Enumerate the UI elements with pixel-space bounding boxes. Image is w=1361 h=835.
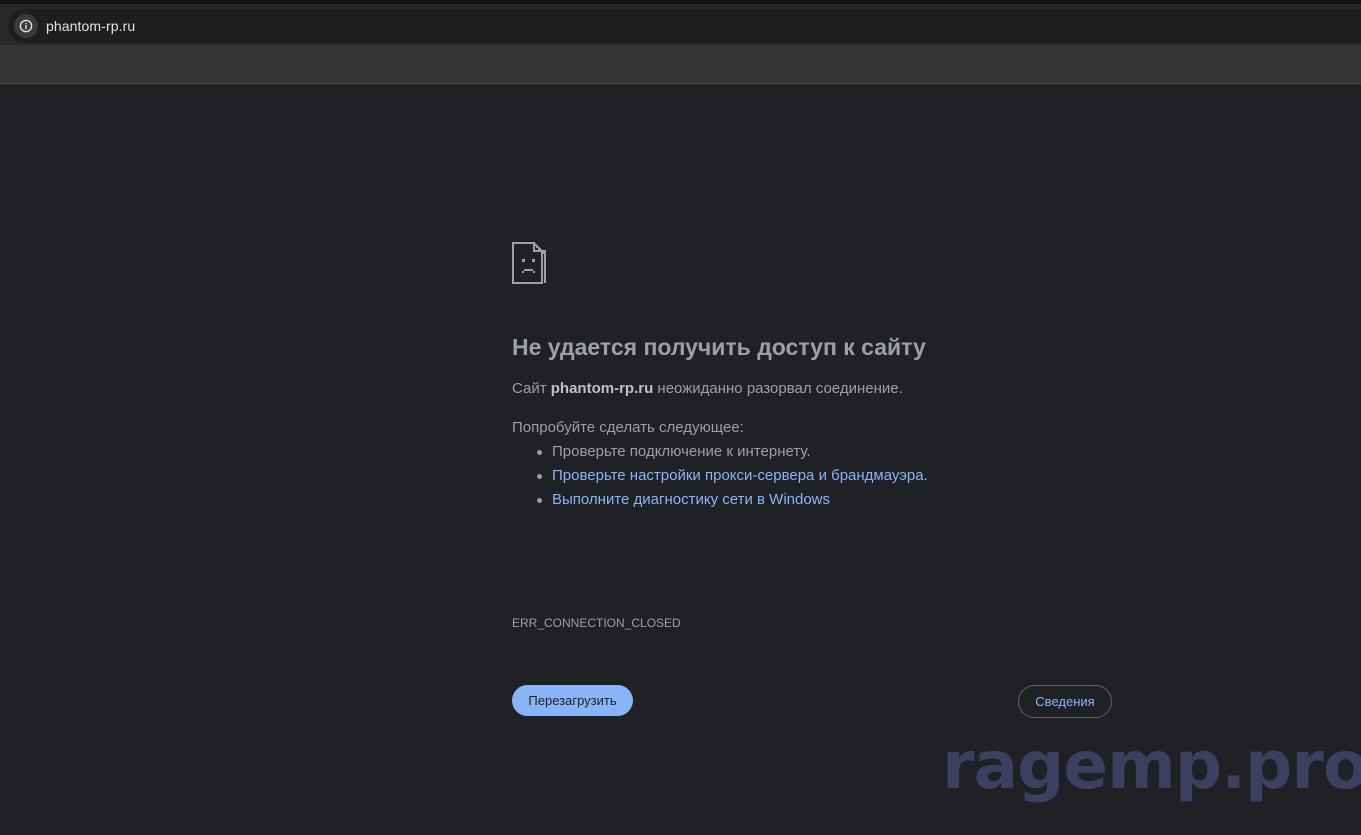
- summary-prefix: Сайт: [512, 380, 551, 397]
- address-bar: phantom-rp.ru: [0, 4, 1361, 45]
- proxy-firewall-link[interactable]: Проверьте настройки прокси-сервера и бра…: [552, 467, 924, 484]
- error-page: Не удается получить доступ к сайту Сайт …: [0, 84, 1361, 835]
- sad-page-icon: [512, 242, 546, 284]
- error-summary: Сайт phantom-rp.ru неожиданно разорвал с…: [512, 380, 903, 397]
- omnibox[interactable]: phantom-rp.ru: [8, 9, 1361, 43]
- bookmarks-bar: [0, 45, 1361, 83]
- suggestion-period: .: [923, 467, 928, 484]
- summary-suffix: неожиданно разорвал соединение.: [653, 380, 903, 397]
- network-diagnostics-link[interactable]: Выполните диагностику сети в Windows: [552, 491, 830, 508]
- summary-host: phantom-rp.ru: [550, 380, 654, 397]
- suggestions-list: Проверьте подключение к интернету. Прове…: [512, 443, 928, 515]
- url-text[interactable]: phantom-rp.ru: [46, 18, 135, 34]
- info-icon[interactable]: [14, 14, 38, 38]
- suggestion-check-proxy: Проверьте настройки прокси-сервера и бра…: [537, 467, 928, 491]
- details-button[interactable]: Сведения: [1018, 685, 1112, 718]
- suggestions-heading: Попробуйте сделать следующее:: [512, 419, 744, 436]
- page-title: Не удается получить доступ к сайту: [512, 334, 926, 360]
- error-code: ERR_CONNECTION_CLOSED: [512, 616, 681, 630]
- suggestion-text: Проверьте подключение к интернету.: [552, 443, 811, 460]
- suggestion-check-connection: Проверьте подключение к интернету.: [537, 443, 928, 467]
- watermark: ragemp.pro: [942, 727, 1361, 804]
- reload-button[interactable]: Перезагрузить: [512, 685, 633, 716]
- suggestion-network-diagnostics: Выполните диагностику сети в Windows: [537, 491, 928, 515]
